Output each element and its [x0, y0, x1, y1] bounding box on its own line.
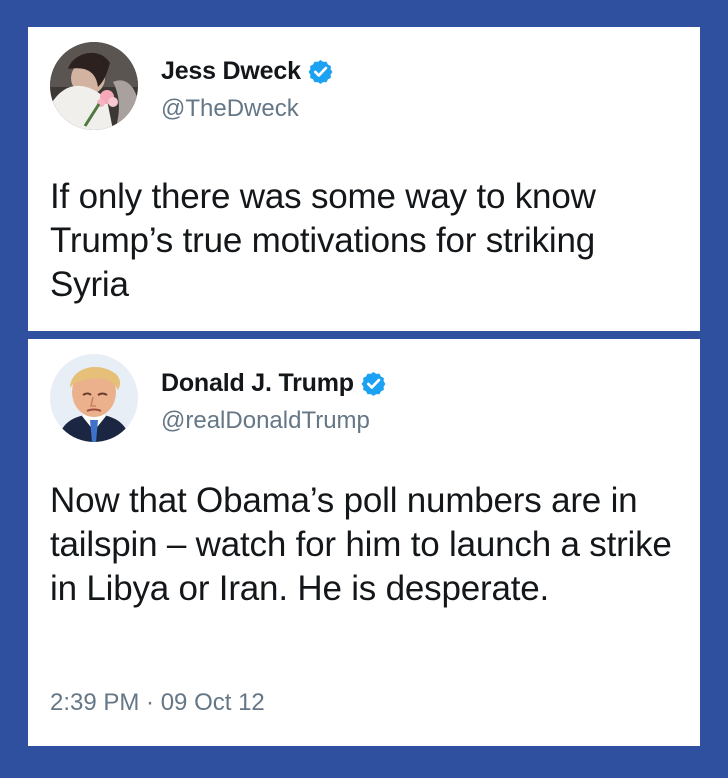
author-name-row: Jess Dweck	[161, 55, 334, 87]
author-display-name[interactable]: Donald J. Trump	[161, 369, 354, 398]
author-handle[interactable]: @realDonaldTrump	[161, 407, 370, 435]
verified-badge-icon	[307, 58, 334, 85]
tweet-text: Now that Obama’s poll numbers are in tai…	[50, 481, 672, 608]
profile-avatar[interactable]	[50, 354, 138, 442]
author-handle[interactable]: @TheDweck	[161, 95, 299, 123]
verified-badge-icon	[360, 370, 387, 397]
author-name-row: Donald J. Trump	[161, 367, 387, 399]
tweet-card-jess-dweck: Jess Dweck @TheDweck If only there was s…	[28, 27, 700, 331]
tweet-text: If only there was some way to know Trump…	[50, 177, 596, 304]
author-display-name[interactable]: Jess Dweck	[161, 57, 301, 86]
profile-avatar[interactable]	[50, 42, 138, 130]
tweet-card-donald-trump: Donald J. Trump @realDonaldTrump Now tha…	[28, 339, 700, 746]
tweet-timestamp[interactable]: 2:39 PM · 09 Oct 12	[50, 689, 265, 717]
